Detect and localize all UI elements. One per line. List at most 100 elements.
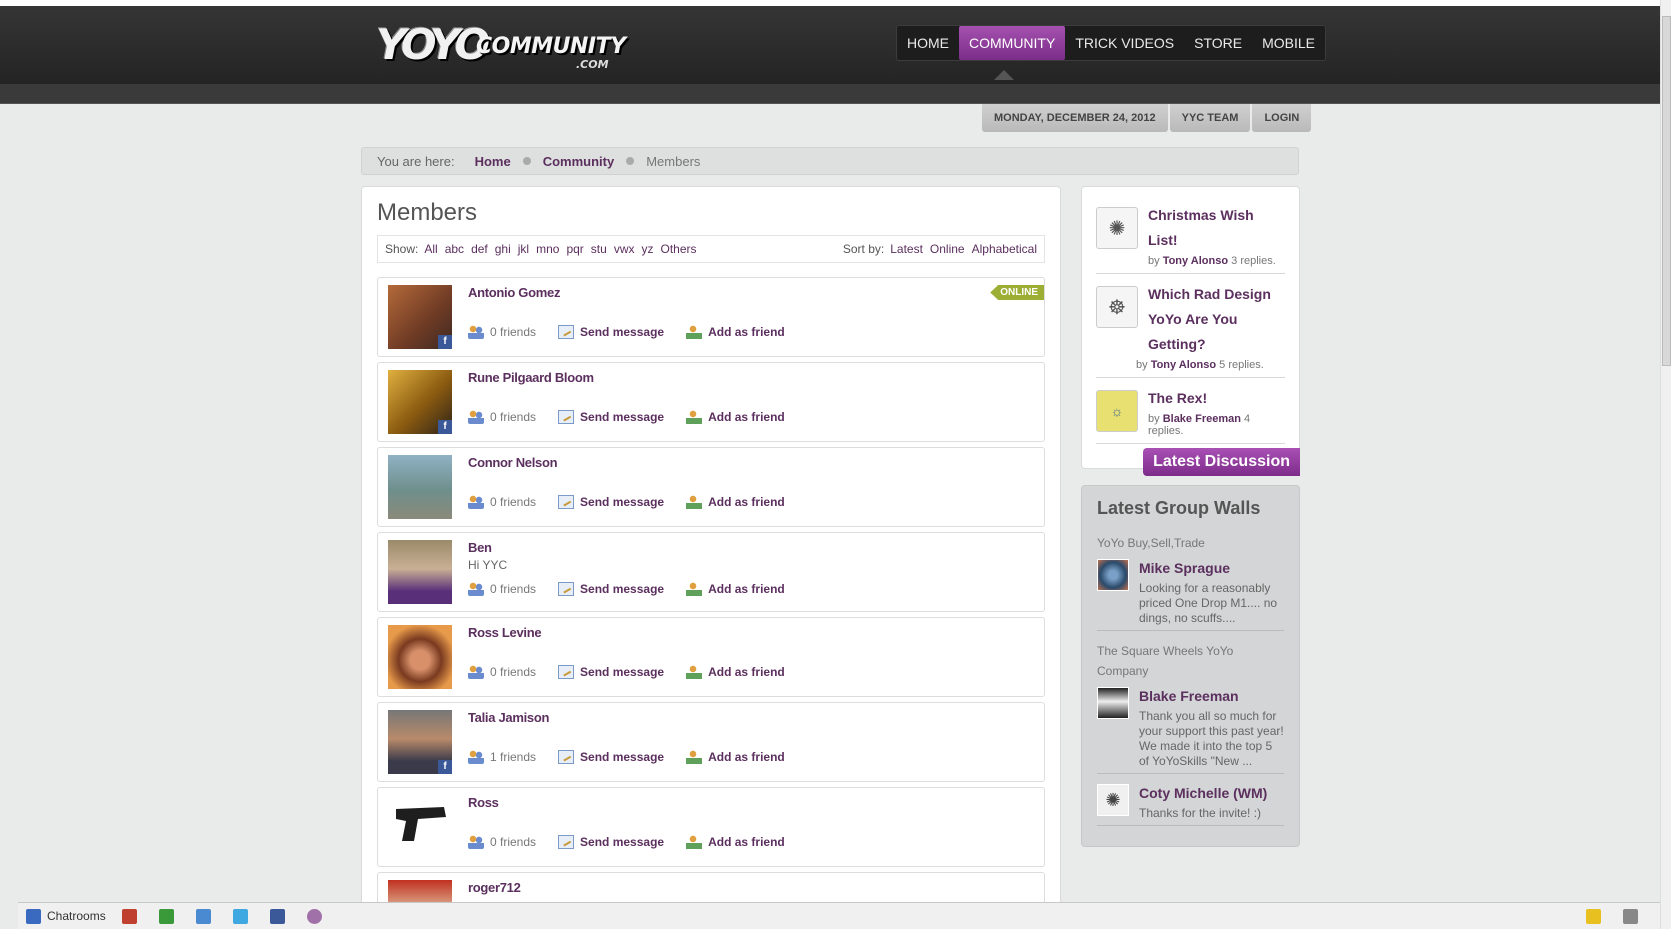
add-friend-button[interactable]: Add as friend	[686, 495, 785, 509]
sort-alphabetical[interactable]: Alphabetical	[972, 242, 1037, 256]
send-message-button[interactable]: Send message	[558, 665, 664, 679]
filter-bar: Show: All abc def ghi jkl mno pqr stu vw…	[377, 235, 1045, 263]
add-friend-button[interactable]: Add as friend	[686, 582, 785, 596]
discussion-title[interactable]: Which Rad Design YoYo Are You Getting?	[1148, 282, 1285, 357]
share-button[interactable]	[158, 908, 180, 924]
member-name[interactable]: Ben	[468, 540, 492, 555]
member-avatar[interactable]: f	[388, 370, 452, 434]
member-name[interactable]: Ross	[468, 795, 499, 810]
group-post: Mike Sprague Looking for a reasonably pr…	[1097, 559, 1284, 631]
nav-home[interactable]: HOME	[897, 26, 959, 60]
post-author[interactable]: Blake Freeman	[1139, 687, 1284, 705]
filter-mno[interactable]: mno	[536, 242, 559, 256]
post-avatar[interactable]	[1097, 559, 1129, 591]
latest-discussion-button[interactable]: Latest Discussion	[1143, 448, 1300, 476]
filter-def[interactable]: def	[471, 242, 488, 256]
member-name[interactable]: Antonio Gomez	[468, 285, 560, 300]
discussion-author[interactable]: Tony Alonso	[1163, 255, 1228, 267]
friend-count-label: 0 friends	[490, 325, 537, 339]
breadcrumb-members: Members	[646, 153, 701, 169]
send-message-button[interactable]: Send message	[558, 325, 664, 339]
filter-ghi[interactable]: ghi	[495, 242, 511, 256]
chatrooms-button[interactable]: Chatrooms	[26, 908, 106, 924]
filter-yz[interactable]: yz	[641, 242, 653, 256]
member-avatar[interactable]	[388, 795, 452, 859]
nav-trick-videos[interactable]: TRICK VIDEOS	[1065, 26, 1184, 60]
send-message-label: Send message	[580, 582, 665, 596]
member-avatar[interactable]	[388, 625, 452, 689]
group-name[interactable]: The Square Wheels YoYo Company	[1097, 641, 1284, 681]
friends-icon	[468, 835, 484, 849]
friends-icon	[468, 582, 484, 596]
member-name[interactable]: Ross Levine	[468, 625, 542, 640]
collapse-button[interactable]	[1623, 908, 1644, 924]
discussion-thumb-icon[interactable]: ☼	[1096, 390, 1138, 432]
member-card: f Talia Jamison 1 friends Send message A…	[377, 702, 1045, 782]
scrollbar-thumb[interactable]	[1662, 16, 1671, 366]
member-name[interactable]: Connor Nelson	[468, 455, 558, 470]
send-message-button[interactable]: Send message	[558, 495, 664, 509]
sort-label: Sort by:	[842, 242, 885, 256]
send-message-label: Send message	[580, 325, 665, 339]
filter-jkl[interactable]: jkl	[518, 242, 529, 256]
sort-latest[interactable]: Latest	[890, 242, 923, 256]
breadcrumb-home[interactable]: Home	[475, 154, 511, 169]
member-name[interactable]: roger712	[468, 880, 521, 895]
post-author[interactable]: Coty Michelle (WM)	[1139, 784, 1284, 802]
discussion-thumb-icon[interactable]: ✺	[1096, 207, 1138, 249]
group-name[interactable]: YoYo Buy,Sell,Trade	[1097, 533, 1284, 553]
send-message-button[interactable]: Send message	[558, 410, 664, 424]
member-actions: 1 friends Send message Add as friend	[468, 750, 807, 764]
add-friend-button[interactable]: Add as friend	[686, 665, 785, 679]
add-friend-button[interactable]: Add as friend	[686, 750, 785, 764]
add-friend-button[interactable]: Add as friend	[686, 410, 785, 424]
discussion-thumb-icon[interactable]: ☸	[1096, 286, 1138, 328]
nav-store[interactable]: STORE	[1184, 26, 1252, 60]
add-friend-icon	[686, 582, 703, 596]
send-message-button[interactable]: Send message	[558, 835, 664, 849]
add-friend-button[interactable]: Add as friend	[686, 325, 785, 339]
filter-stu[interactable]: stu	[591, 242, 607, 256]
member-actions: 0 friends Send message Add as friend	[468, 835, 807, 849]
discussion-title[interactable]: The Rex!	[1148, 386, 1285, 411]
add-friend-icon	[686, 750, 703, 764]
announce-button[interactable]	[121, 908, 143, 924]
facebook-button[interactable]	[269, 908, 291, 924]
member-avatar[interactable]	[388, 540, 452, 604]
friend-count-label: 0 friends	[490, 495, 537, 509]
site-logo[interactable]: YOYO COMMUNITY .COM	[376, 20, 626, 72]
nav-mobile[interactable]: MOBILE	[1252, 26, 1325, 60]
discussion-author[interactable]: Blake Freeman	[1163, 413, 1241, 425]
login-tab[interactable]: LOGIN	[1252, 104, 1312, 132]
sort-online[interactable]: Online	[930, 242, 965, 256]
post-avatar[interactable]	[1097, 687, 1129, 719]
member-avatar[interactable]: f	[388, 710, 452, 774]
post-author[interactable]: Mike Sprague	[1139, 559, 1284, 577]
discussion-title[interactable]: Christmas Wish List!	[1148, 203, 1285, 253]
add-friend-label: Add as friend	[708, 410, 785, 424]
yyc-team-tab[interactable]: YYC TEAM	[1169, 104, 1251, 132]
discussion-author[interactable]: Tony Alonso	[1151, 359, 1216, 371]
warning-button[interactable]	[1586, 908, 1607, 924]
send-message-button[interactable]: Send message	[558, 750, 664, 764]
send-message-button[interactable]: Send message	[558, 582, 664, 596]
page-scrollbar[interactable]	[1660, 0, 1671, 929]
member-avatar[interactable]	[388, 455, 452, 519]
yoyo-button[interactable]	[306, 908, 328, 924]
logo-yoyo: YOYO	[376, 20, 490, 69]
group-walls-title: Latest Group Walls	[1097, 498, 1261, 518]
add-friend-button[interactable]: Add as friend	[686, 835, 785, 849]
post-avatar[interactable]: ✺	[1097, 784, 1129, 816]
filter-all[interactable]: All	[424, 242, 437, 256]
nav-community[interactable]: COMMUNITY	[959, 26, 1066, 60]
upload-button[interactable]	[195, 908, 217, 924]
filter-others[interactable]: Others	[660, 242, 696, 256]
twitter-button[interactable]	[232, 908, 254, 924]
filter-abc[interactable]: abc	[445, 242, 464, 256]
breadcrumb-community[interactable]: Community	[543, 154, 615, 169]
member-name[interactable]: Talia Jamison	[468, 710, 549, 725]
member-name[interactable]: Rune Pilgaard Bloom	[468, 370, 594, 385]
member-avatar[interactable]: f	[388, 285, 452, 349]
filter-pqr[interactable]: pqr	[566, 242, 583, 256]
filter-vwx[interactable]: vwx	[614, 242, 635, 256]
